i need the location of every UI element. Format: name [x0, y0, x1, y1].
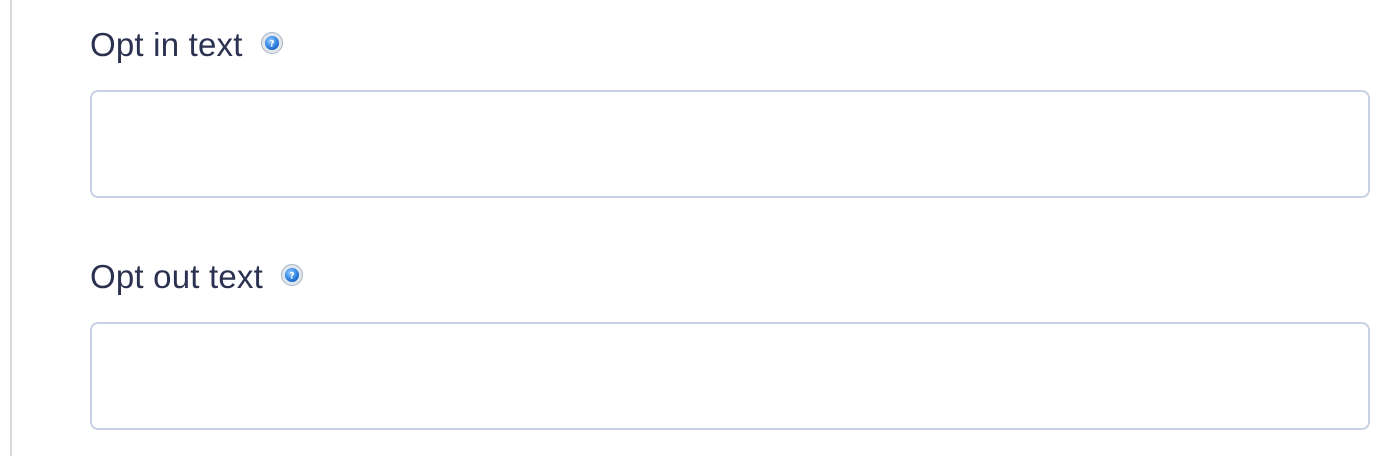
help-icon[interactable]: ? — [281, 264, 303, 286]
question-help-icon: ? — [281, 264, 303, 286]
form-section: Opt in text ? Opt out text ? — [0, 0, 1394, 456]
opt-out-label: Opt out text — [90, 258, 263, 295]
opt-out-text-field[interactable] — [90, 322, 1370, 430]
opt-out-label-row: Opt out text ? — [90, 257, 303, 297]
opt-in-label-row: Opt in text ? — [90, 25, 283, 65]
svg-text:?: ? — [289, 272, 294, 282]
help-icon[interactable]: ? — [260, 32, 283, 54]
question-help-icon: ? — [260, 32, 283, 54]
svg-text:?: ? — [269, 40, 274, 50]
opt-in-label: Opt in text — [90, 26, 243, 63]
panel-left-border — [10, 0, 12, 456]
opt-in-text-field[interactable] — [90, 90, 1370, 198]
